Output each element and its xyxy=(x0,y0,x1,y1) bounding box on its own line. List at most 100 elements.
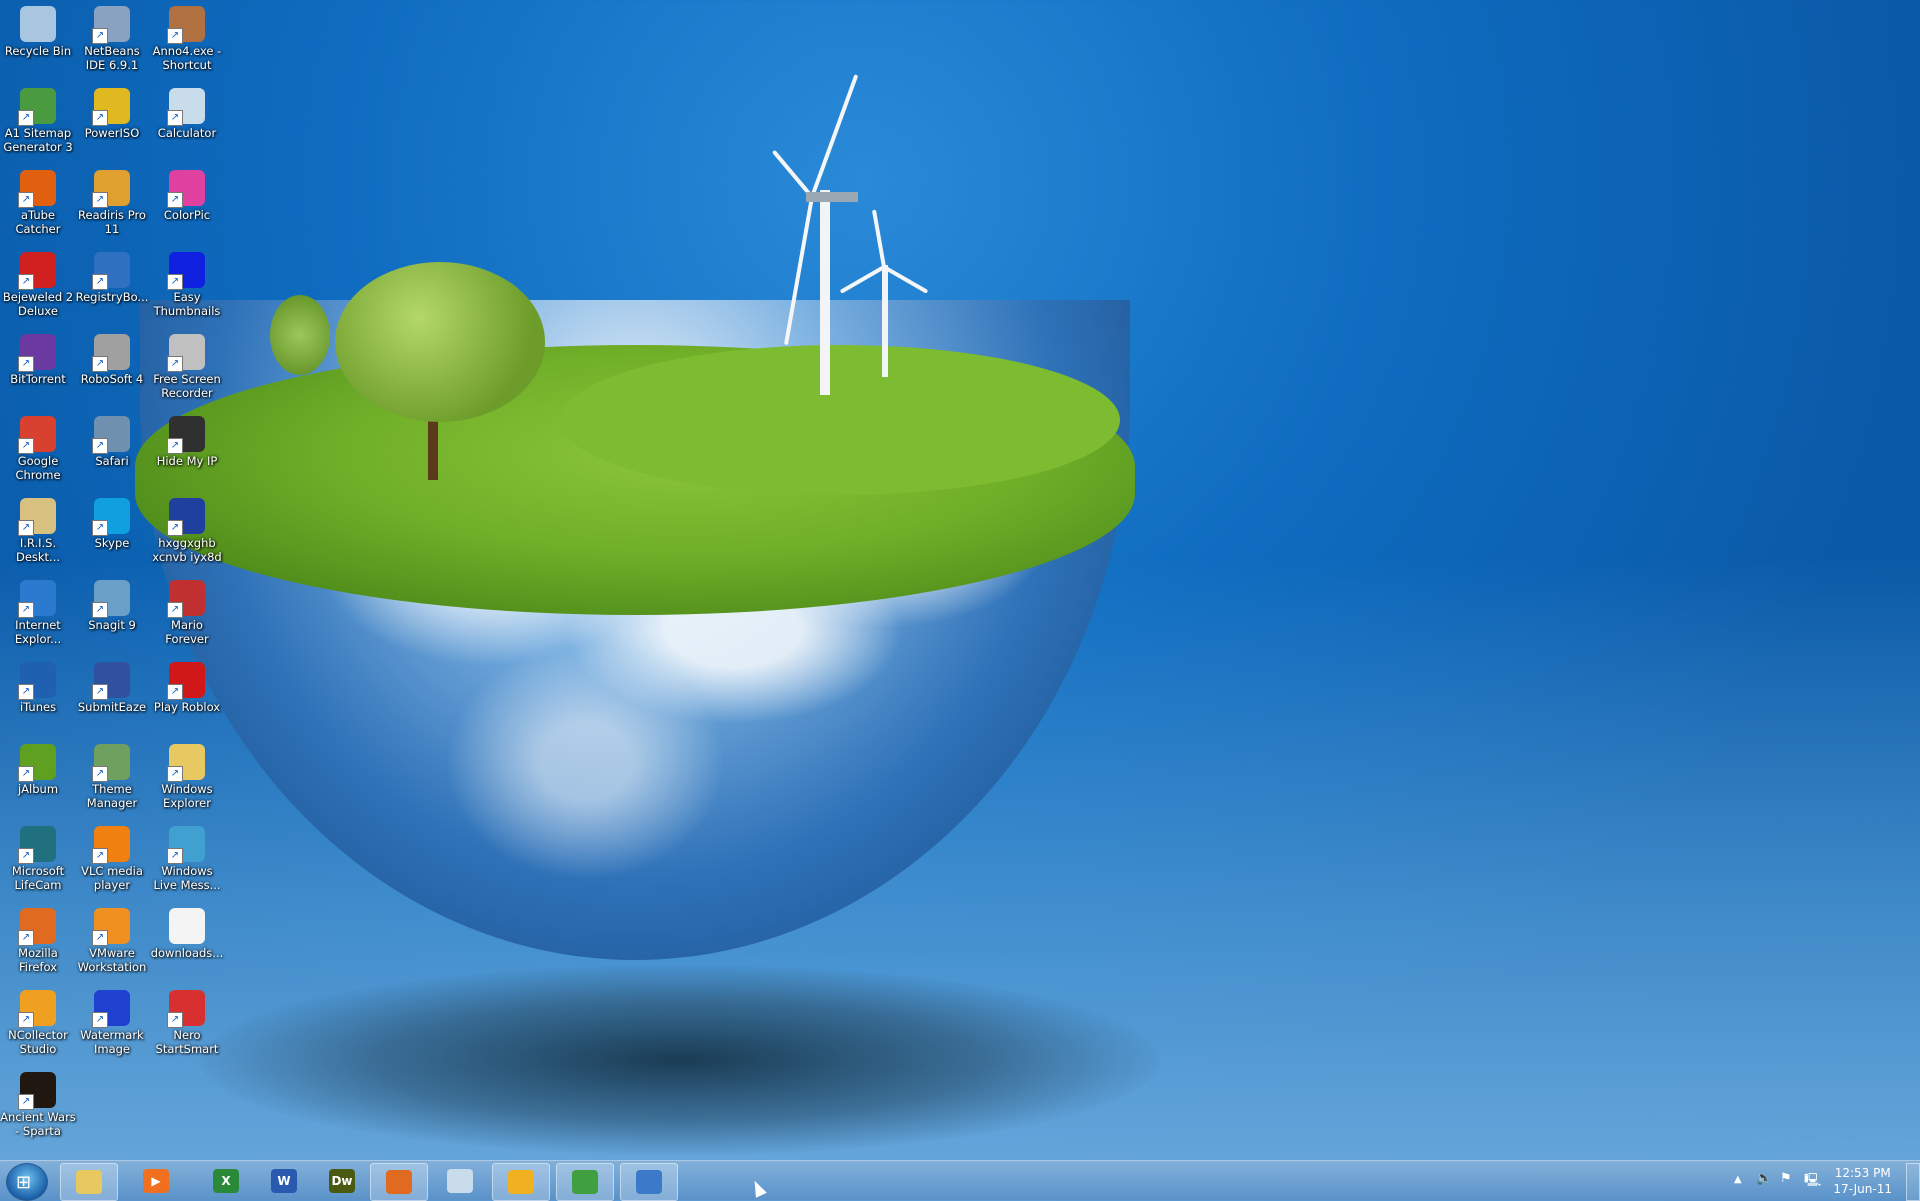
desktop-icon-label: Nero StartSmart xyxy=(155,1028,219,1056)
shortcut-arrow-icon: ↗ xyxy=(167,356,183,372)
desktop-icon-vlc-media-player[interactable]: ↗ VLC media player xyxy=(74,822,150,892)
watermark-icon: ↗ xyxy=(92,990,130,1028)
nero-icon: ↗ xyxy=(167,990,205,1028)
shortcut-arrow-icon: ↗ xyxy=(18,192,34,208)
shortcut-arrow-icon: ↗ xyxy=(92,28,108,44)
desktop-icon-ancient-wars-sparta[interactable]: ↗ Ancient Wars - Sparta xyxy=(0,1068,76,1138)
desktop-icon-bejeweled-2-deluxe[interactable]: ↗ Bejeweled 2 Deluxe xyxy=(0,248,76,318)
desktop-icon-downloads[interactable]: downloads... xyxy=(149,904,225,960)
netbeans-icon: ↗ xyxy=(92,6,130,44)
desktop-icon-hide-my-ip[interactable]: ↗ Hide My IP xyxy=(149,412,225,468)
taskbar-button-excel[interactable]: X xyxy=(198,1163,254,1199)
wallpaper-globe-shadow xyxy=(200,965,1160,1155)
desktop-icon-robosoft-4[interactable]: ↗ RoboSoft 4 xyxy=(74,330,150,386)
taskbar-button-calculator[interactable] xyxy=(432,1163,488,1199)
desktop-icon-windows-live-mess[interactable]: ↗ Windows Live Mess... xyxy=(149,822,225,892)
taskbar-button-outlook[interactable] xyxy=(492,1163,550,1201)
desktop-icon-easy-thumbnails[interactable]: ↗ Easy Thumbnails xyxy=(149,248,225,318)
control-panel-icon xyxy=(636,1170,662,1194)
desktop-icon-label: ColorPic xyxy=(163,208,211,222)
shortcut-arrow-icon: ↗ xyxy=(18,438,34,454)
desktop-icon-colorpic[interactable]: ↗ ColorPic xyxy=(149,166,225,222)
desktop-icon-label: Microsoft LifeCam xyxy=(11,864,65,892)
folder-icon: ↗ xyxy=(167,744,205,782)
show-hidden-icons-icon[interactable]: ▲ xyxy=(1734,1174,1742,1185)
desktop-icon-nero-startsmart[interactable]: ↗ Nero StartSmart xyxy=(149,986,225,1056)
desktop-icon-recycle-bin[interactable]: Recycle Bin xyxy=(0,2,76,58)
desktop-icon-microsoft-lifecam[interactable]: ↗ Microsoft LifeCam xyxy=(0,822,76,892)
taskbar-button-word[interactable]: W xyxy=(256,1163,312,1199)
start-button[interactable]: ⊞ xyxy=(6,1163,48,1201)
calculator-icon: ↗ xyxy=(167,88,205,126)
desktop-icon-jalbum[interactable]: ↗ jAlbum xyxy=(0,740,76,796)
show-desktop-button[interactable] xyxy=(1906,1163,1920,1201)
desktop-icon-skype[interactable]: ↗ Skype xyxy=(74,494,150,550)
chrome-icon: ↗ xyxy=(18,416,56,454)
desktop-icon-mario-forever[interactable]: ↗ Mario Forever xyxy=(149,576,225,646)
shortcut-arrow-icon: ↗ xyxy=(92,274,108,290)
taskbar-button-windows-explorer[interactable] xyxy=(60,1163,118,1201)
desktop-icon-itunes[interactable]: ↗ iTunes xyxy=(0,658,76,714)
media-player-icon: ▶ xyxy=(143,1169,169,1193)
clock[interactable]: 12:53 PM 17-Jun-11 xyxy=(1833,1165,1892,1197)
taskbar-button-windows-live-messenger[interactable] xyxy=(556,1163,614,1201)
desktop-icon-mozilla-firefox[interactable]: ↗ Mozilla Firefox xyxy=(0,904,76,974)
desktop-icon-bittorrent[interactable]: ↗ BitTorrent xyxy=(0,330,76,386)
excel-icon: X xyxy=(213,1169,239,1193)
desktop-icon-vmware-workstation[interactable]: ↗ VMware Workstation xyxy=(74,904,150,974)
desktop-icon-watermark-image[interactable]: ↗ Watermark Image xyxy=(74,986,150,1056)
clock-time: 12:53 PM xyxy=(1834,1166,1891,1180)
firefox-icon xyxy=(386,1170,412,1194)
desktop-icon-label: RegistryBo... xyxy=(75,290,149,304)
desktop-icon-netbeans-ide-6-9-1[interactable]: ↗ NetBeans IDE 6.9.1 xyxy=(74,2,150,72)
jalbum-icon: ↗ xyxy=(18,744,56,782)
shortcut-arrow-icon: ↗ xyxy=(18,1012,34,1028)
desktop-icon-label: aTube Catcher xyxy=(15,208,61,236)
taskbar-button-control-panel-app[interactable] xyxy=(620,1163,678,1201)
desktop-icon-google-chrome[interactable]: ↗ Google Chrome xyxy=(0,412,76,482)
taskbar-button-windows-media-player[interactable]: ▶ xyxy=(128,1163,184,1199)
shortcut-arrow-icon: ↗ xyxy=(92,520,108,536)
anno4-icon: ↗ xyxy=(167,6,205,44)
desktop-icon-submiteaze[interactable]: ↗ SubmitEaze xyxy=(74,658,150,714)
shortcut-arrow-icon: ↗ xyxy=(92,438,108,454)
desktop-icon-free-screen-recorder[interactable]: ↗ Free Screen Recorder xyxy=(149,330,225,400)
desktop-icon-windows-explorer[interactable]: ↗ Windows Explorer xyxy=(149,740,225,810)
desktop-icon-i-r-i-s-deskt[interactable]: ↗ I.R.I.S. Deskt... xyxy=(0,494,76,564)
desktop-icon-ncollector-studio[interactable]: ↗ NCollector Studio xyxy=(0,986,76,1056)
network-icon[interactable]: 🖳 xyxy=(1804,1171,1821,1193)
desktop-icon-anno4-exe-shortcut[interactable]: ↗ Anno4.exe - Shortcut xyxy=(149,2,225,72)
desktop-icon-poweriso[interactable]: ↗ PowerISO xyxy=(74,84,150,140)
desktop-icon-label: BitTorrent xyxy=(10,372,66,386)
desktop-icon-internet-explor[interactable]: ↗ Internet Explor... xyxy=(0,576,76,646)
desktop-icon-hxggxghb-xcnvb-iyx8d[interactable]: ↗ hxggxghb xcnvb iyx8d xyxy=(149,494,225,564)
shortcut-arrow-icon: ↗ xyxy=(167,684,183,700)
bittorrent-icon: ↗ xyxy=(18,334,56,372)
desktop-icon-atube-catcher[interactable]: ↗ aTube Catcher xyxy=(0,166,76,236)
registrybooster-icon: ↗ xyxy=(92,252,130,290)
desktop-icon-theme-manager[interactable]: ↗ Theme Manager xyxy=(74,740,150,810)
desktop-icon-readiris-pro-11[interactable]: ↗ Readiris Pro 11 xyxy=(74,166,150,236)
messenger-icon: ↗ xyxy=(167,826,205,864)
desktop-icon-a1-sitemap-generator-3[interactable]: ↗ A1 Sitemap Generator 3 xyxy=(0,84,76,154)
desktop-icon-label: Ancient Wars - Sparta xyxy=(0,1110,76,1138)
desktop-icon-registrybo[interactable]: ↗ RegistryBo... xyxy=(74,248,150,304)
taskbar-button-dreamweaver[interactable]: Dw xyxy=(314,1163,370,1199)
taskbar: ⊞ ▶ X W Dw ▲ 🔈 ⚑ 🖳 12:53 PM 17-Jun-11 xyxy=(0,1160,1920,1201)
desktop-icon-safari[interactable]: ↗ Safari xyxy=(74,412,150,468)
shortcut-arrow-icon: ↗ xyxy=(18,848,34,864)
outlook-icon xyxy=(508,1170,534,1194)
shortcut-arrow-icon: ↗ xyxy=(92,1012,108,1028)
skype-icon: ↗ xyxy=(92,498,130,536)
shortcut-arrow-icon: ↗ xyxy=(92,602,108,618)
word-icon: W xyxy=(271,1169,297,1193)
text-file-icon xyxy=(169,908,205,944)
desktop-icon-calculator[interactable]: ↗ Calculator xyxy=(149,84,225,140)
volume-icon[interactable]: 🔈 xyxy=(1756,1171,1772,1186)
desktop-icon-play-roblox[interactable]: ↗ Play Roblox xyxy=(149,658,225,714)
system-tray: ▲ 🔈 ⚑ 🖳 12:53 PM 17-Jun-11 xyxy=(1660,1161,1920,1201)
desktop-icon-snagit-9[interactable]: ↗ Snagit 9 xyxy=(74,576,150,632)
action-center-flag-icon[interactable]: ⚑ xyxy=(1780,1171,1792,1186)
shortcut-arrow-icon: ↗ xyxy=(92,848,108,864)
taskbar-button-firefox[interactable] xyxy=(370,1163,428,1201)
